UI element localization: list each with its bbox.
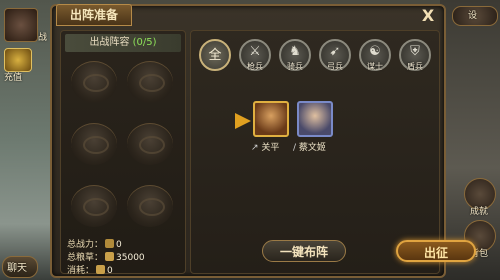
filter-all-glyph: 全 [208, 48, 222, 63]
strategist-icon: ☯ [369, 44, 381, 59]
hero-selection-area: 全 ⚔ 枪兵 ♞ 骑兵 ➹ 弓兵 ☯ 谋士 ⛨ 盾兵 ↗ 关平 / 蔡文姬 [190, 30, 440, 274]
cost-icon [96, 265, 106, 274]
achievement-label[interactable]: 成就 [470, 204, 488, 217]
lineup-slot[interactable] [127, 123, 173, 165]
filter-cavalry-label: 骑兵 [287, 62, 303, 71]
slot-emblem-icon [83, 74, 109, 92]
spear-icon: ⚔ [249, 44, 261, 59]
filter-spearman-label: 枪兵 [247, 62, 263, 71]
lineup-header: 出战阵容 (0/5) [65, 34, 181, 52]
menu-label[interactable]: 设 [468, 8, 477, 21]
total-power-value: 0 [116, 240, 122, 250]
total-food-value: 35000 [116, 253, 145, 263]
total-food-label: 总粮草： [67, 253, 104, 263]
food-icon [105, 252, 115, 261]
filter-archer-label: 弓兵 [327, 62, 343, 71]
bow-icon: ➹ [329, 44, 341, 59]
slot-emblem-icon [139, 136, 165, 154]
spear-type-icon: ↗ [251, 143, 259, 153]
deploy-panel: 出阵准备 X 出战阵容 (0/5) 总战力： 0 总粮草： 35000 消耗： 0 全… [50, 4, 476, 278]
lineup-header-label: 出战阵容 [89, 37, 130, 48]
power-icon [105, 239, 115, 248]
slot-emblem-icon [83, 198, 109, 216]
lineup-slot[interactable] [71, 185, 117, 227]
lineup-slot[interactable] [127, 61, 173, 103]
slot-emblem-icon [83, 136, 109, 154]
chat-label[interactable]: 聊天 [7, 259, 27, 274]
slot-emblem-icon [139, 74, 165, 92]
recharge-label[interactable]: 充值 [4, 70, 22, 83]
total-power-stat: 总战力： 0 [67, 237, 122, 250]
cost-stat: 消耗： 0 [67, 263, 113, 276]
cost-label: 消耗： [67, 266, 95, 276]
recharge-icon[interactable] [4, 48, 32, 72]
lineup-slot[interactable] [71, 61, 117, 103]
hero-name-text: 蔡文姬 [298, 143, 326, 153]
slot-emblem-icon [139, 198, 165, 216]
auto-deploy-button[interactable]: 一键布阵 [262, 240, 346, 262]
filter-shield-label: 盾兵 [407, 62, 423, 71]
close-icon[interactable]: X [418, 6, 438, 26]
portrait-label: 战 [38, 33, 48, 43]
hero-card-guanping[interactable] [235, 101, 289, 137]
hero-card-caiwenji[interactable] [297, 101, 333, 137]
cost-value: 0 [107, 266, 113, 276]
total-food-stat: 总粮草： 35000 [67, 250, 145, 263]
panel-title: 出阵准备 [56, 4, 132, 26]
hero-name-guanping: ↗ 关平 [251, 140, 279, 153]
lineup-count: (0/5) [132, 37, 157, 48]
deploy-button[interactable]: 出征 [396, 240, 476, 262]
filter-strategist-label: 谋士 [367, 62, 383, 71]
total-power-label: 总战力： [67, 240, 104, 250]
hero-name-caiwenji: / 蔡文姬 [293, 140, 326, 153]
lineup-area: 出战阵容 (0/5) 总战力： 0 总粮草： 35000 消耗： 0 [60, 30, 186, 276]
shield-icon: ⛨ [410, 44, 420, 59]
horse-icon: ♞ [289, 44, 301, 59]
lineup-slot[interactable] [127, 185, 173, 227]
staff-type-icon: / [293, 143, 297, 153]
hero-name-text: 关平 [261, 143, 280, 153]
selection-arrow-icon [235, 113, 251, 129]
player-portrait[interactable] [4, 8, 38, 42]
filter-all-button[interactable]: 全 [199, 39, 231, 71]
lineup-slot[interactable] [71, 123, 117, 165]
